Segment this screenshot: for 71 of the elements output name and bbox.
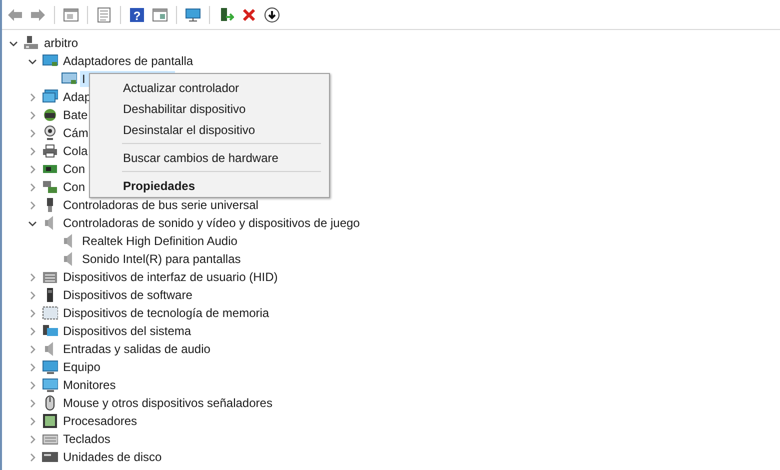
chevron-right-icon[interactable] xyxy=(28,182,37,192)
chevron-right-icon[interactable] xyxy=(28,200,37,210)
tree-item[interactable]: Dispositivos de tecnología de memoria xyxy=(61,305,272,321)
tree-item[interactable]: Sonido Intel(R) para pantallas xyxy=(80,251,243,267)
tree-item[interactable]: Monitores xyxy=(61,377,118,393)
tree-item[interactable]: Teclados xyxy=(61,431,112,447)
computer-icon xyxy=(23,35,39,51)
tree-item[interactable]: Dispositivos de software xyxy=(61,287,194,303)
menu-item[interactable]: Buscar cambios de hardware xyxy=(90,147,329,168)
menu-item[interactable]: Propiedades xyxy=(90,175,329,196)
download-icon[interactable] xyxy=(264,6,280,22)
tree-item[interactable]: Entradas y salidas de audio xyxy=(61,341,212,357)
chevron-right-icon[interactable] xyxy=(28,272,37,282)
chevron-right-icon[interactable] xyxy=(28,416,37,426)
tree-item[interactable]: Dispositivos del sistema xyxy=(61,323,194,339)
chevron-right-icon[interactable] xyxy=(28,452,37,462)
forward-arrow-icon[interactable] xyxy=(30,6,46,22)
tree-item[interactable]: Equipo xyxy=(61,359,102,375)
disk-drive-icon xyxy=(42,449,58,465)
chevron-down-icon[interactable] xyxy=(9,38,18,48)
panel-icon[interactable] xyxy=(63,6,79,22)
tree-item[interactable]: Mouse y otros dispositivos señaladores xyxy=(61,395,274,411)
processor-icon xyxy=(42,413,58,429)
help-icon[interactable]: ? xyxy=(129,6,145,22)
chevron-right-icon[interactable] xyxy=(28,344,37,354)
menu-item[interactable]: Actualizar controlador xyxy=(90,77,329,98)
menu-item[interactable]: Deshabilitar dispositivo xyxy=(90,98,329,119)
device-icon[interactable] xyxy=(218,6,234,22)
tree-item[interactable]: Controladoras de bus serie universal xyxy=(61,197,260,213)
monitor-icon[interactable] xyxy=(185,6,201,22)
chevron-down-icon[interactable] xyxy=(28,56,37,66)
tree-item[interactable]: arbitro xyxy=(42,35,80,51)
tree-item[interactable]: Realtek High Definition Audio xyxy=(80,233,240,249)
back-arrow-icon[interactable] xyxy=(7,6,23,22)
chevron-right-icon[interactable] xyxy=(28,362,37,372)
menu-item[interactable]: Desinstalar el dispositivo xyxy=(90,119,329,140)
tree-item[interactable]: Cola xyxy=(61,143,90,159)
printer-icon xyxy=(42,143,58,159)
chevron-right-icon[interactable] xyxy=(28,146,37,156)
chevron-right-icon[interactable] xyxy=(28,290,37,300)
chevron-right-icon[interactable] xyxy=(28,308,37,318)
tree-item[interactable]: Dispositivos de interfaz de usuario (HID) xyxy=(61,269,280,285)
list-icon[interactable] xyxy=(96,6,112,22)
chevron-right-icon[interactable] xyxy=(28,326,37,336)
chevron-down-icon[interactable] xyxy=(28,218,37,228)
monitor-icon xyxy=(42,53,58,69)
chevron-right-icon[interactable] xyxy=(28,380,37,390)
webcam-icon xyxy=(42,125,58,141)
chevron-right-icon[interactable] xyxy=(28,398,37,408)
monitor-icon xyxy=(42,89,58,105)
tree-item[interactable]: Con xyxy=(61,179,88,195)
memory-icon xyxy=(42,305,58,321)
chevron-right-icon[interactable] xyxy=(28,434,37,444)
monitor-icon xyxy=(61,71,77,87)
tree-item[interactable]: Cám xyxy=(61,125,90,141)
tree-item[interactable]: Controladoras de sonido y vídeo y dispositivos de juego xyxy=(61,215,362,231)
monitor-icon xyxy=(42,377,58,393)
chevron-right-icon[interactable] xyxy=(28,92,37,102)
chevron-right-icon[interactable] xyxy=(28,164,37,174)
keyboard-icon xyxy=(42,269,58,285)
tree-item[interactable]: Adaptadores de pantalla xyxy=(61,53,196,69)
tree-item[interactable]: Unidades de disco xyxy=(61,449,164,465)
tree-item[interactable]: Con xyxy=(61,161,88,177)
tree-item[interactable]: Bate xyxy=(61,107,90,123)
monitor-icon xyxy=(42,359,58,375)
close-icon[interactable] xyxy=(241,6,257,22)
panel-icon[interactable] xyxy=(152,6,168,22)
tree-item[interactable]: Procesadores xyxy=(61,413,140,429)
chevron-right-icon[interactable] xyxy=(28,128,37,138)
battery-icon xyxy=(42,107,58,123)
chevron-right-icon[interactable] xyxy=(28,110,37,120)
